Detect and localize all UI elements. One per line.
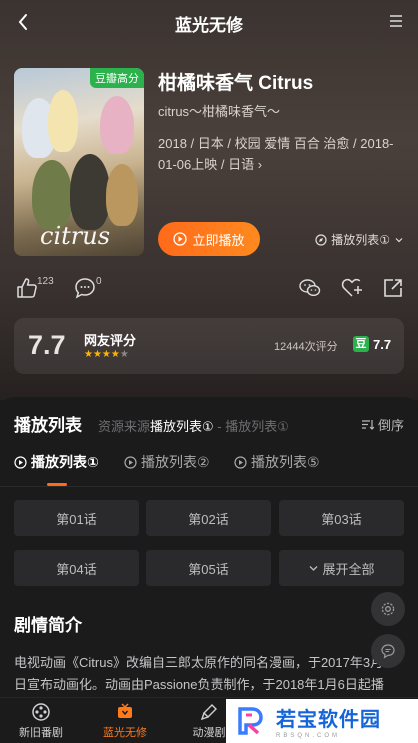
nav-label: 新旧番剧	[19, 727, 63, 739]
thumbs-up-icon[interactable]	[15, 276, 39, 300]
douban-rating: 豆 7.7	[353, 336, 391, 352]
tab-playlist-1[interactable]: 播放列表①	[14, 452, 99, 472]
sort-button[interactable]: 倒序	[361, 415, 404, 434]
watermark-subtext: RBSQN.COM	[276, 733, 341, 739]
playlist-tabs: 播放列表① 播放列表② 播放列表⑤	[0, 452, 418, 482]
wechat-icon[interactable]	[298, 276, 322, 300]
page-title: 蓝光无修	[175, 16, 243, 35]
source-tab[interactable]: 资源来源	[98, 419, 150, 434]
play-circle-icon	[234, 455, 247, 469]
tab-label: 播放列表①	[31, 454, 99, 470]
sort-icon	[361, 420, 374, 430]
sort-label: 倒序	[377, 418, 404, 433]
like-count: 123	[37, 276, 54, 287]
share-icon[interactable]	[381, 276, 405, 300]
synopsis-title: 剧情简介	[14, 616, 82, 635]
poster-logo: citrus	[40, 222, 111, 250]
stars-filled: ★★★★	[84, 349, 120, 360]
tab-label: 播放列表⑤	[251, 454, 320, 470]
source-tabs: 资源来源播放列表① - 播放列表①	[98, 416, 308, 435]
synopsis-text: 电视动画《Citrus》改编自三郎太原作的同名漫画，于2017年3月日宣布动画化…	[14, 655, 384, 692]
film-reel-icon	[32, 703, 50, 721]
movie-title: 柑橘味香气 Citrus	[158, 73, 314, 94]
poster-badge: 豆瓣高分	[90, 68, 144, 88]
danmaku-float-button[interactable]	[371, 634, 405, 668]
compass-icon	[315, 233, 327, 246]
expand-all-button[interactable]: 展开全部	[279, 550, 404, 586]
play-circle-icon	[124, 455, 137, 469]
rating-label: 网友评分	[84, 333, 137, 348]
watermark-text: 若宝软件园	[276, 707, 381, 731]
watermark-logo	[238, 707, 263, 735]
playlist-section-title: 播放列表	[14, 416, 82, 435]
favorite-add-icon[interactable]	[340, 276, 364, 300]
playlist-sheet: 播放列表 资源来源播放列表① - 播放列表① 倒序 播放列表① 播放列表② 播放…	[0, 397, 418, 743]
chevron-down-icon	[395, 237, 403, 242]
playlist-select[interactable]: 播放列表①	[315, 231, 404, 248]
rating-card[interactable]: 7.7 网友评分 ★★★★★ 12444次评分 豆 7.7	[14, 318, 404, 374]
tv-icon	[118, 703, 132, 718]
episode-button[interactable]: 第03话	[279, 500, 404, 536]
playlist-select-label: 播放列表①	[331, 233, 390, 247]
episode-button[interactable]: 第04话	[14, 550, 139, 586]
play-circle-icon	[173, 232, 188, 246]
nav-item-new-old-anime[interactable]: 新旧番剧	[8, 702, 74, 740]
nav-label: 蓝光无修	[103, 727, 147, 739]
rating-score: 7.7	[28, 330, 66, 360]
stars-empty: ★	[119, 349, 129, 360]
rating-stars: ★★★★★	[84, 349, 129, 360]
tab-playlist-2[interactable]: 播放列表②	[124, 452, 210, 472]
divider	[0, 486, 418, 487]
episode-button[interactable]: 第01话	[14, 500, 139, 536]
episode-button[interactable]: 第02话	[146, 500, 271, 536]
play-now-label: 立即播放	[192, 232, 245, 248]
comment-icon[interactable]	[73, 276, 97, 300]
douban-icon: 豆	[353, 336, 369, 352]
rocket-icon	[200, 704, 217, 721]
settings-float-button[interactable]	[371, 592, 405, 626]
movie-subtitle: citrus～柑橘味香气～	[158, 104, 281, 119]
expand-all-label: 展开全部	[322, 561, 375, 577]
source-tab[interactable]: 播放列表①	[150, 419, 214, 434]
play-now-button[interactable]: 立即播放	[158, 222, 260, 256]
play-circle-icon	[14, 455, 27, 469]
comment-count: 0	[96, 276, 102, 287]
message-icon	[381, 644, 395, 659]
top-bar: 蓝光无修	[0, 0, 418, 44]
gear-icon	[381, 602, 395, 616]
menu-icon[interactable]	[388, 13, 404, 29]
source-tab[interactable]: - 播放列表①	[214, 419, 289, 434]
watermark-banner: 若宝软件园 RBSQN.COM	[226, 699, 418, 743]
douban-score: 7.7	[373, 336, 392, 352]
nav-label: 动漫剧	[192, 727, 226, 739]
nav-item-bluray[interactable]: 蓝光无修	[92, 702, 158, 740]
chevron-down-icon	[310, 565, 318, 571]
movie-meta[interactable]: 2018 / 日本 / 校园 爱情 百合 治愈 / 2018-01-06上映 /…	[158, 133, 408, 175]
episode-button[interactable]: 第05话	[146, 550, 271, 586]
rating-count: 12444次评分	[274, 341, 338, 353]
tab-playlist-5[interactable]: 播放列表⑤	[234, 452, 320, 472]
action-row: 123 0	[0, 273, 418, 303]
tab-label: 播放列表②	[141, 454, 210, 470]
poster-image[interactable]: 豆瓣高分 citrus	[14, 68, 144, 256]
